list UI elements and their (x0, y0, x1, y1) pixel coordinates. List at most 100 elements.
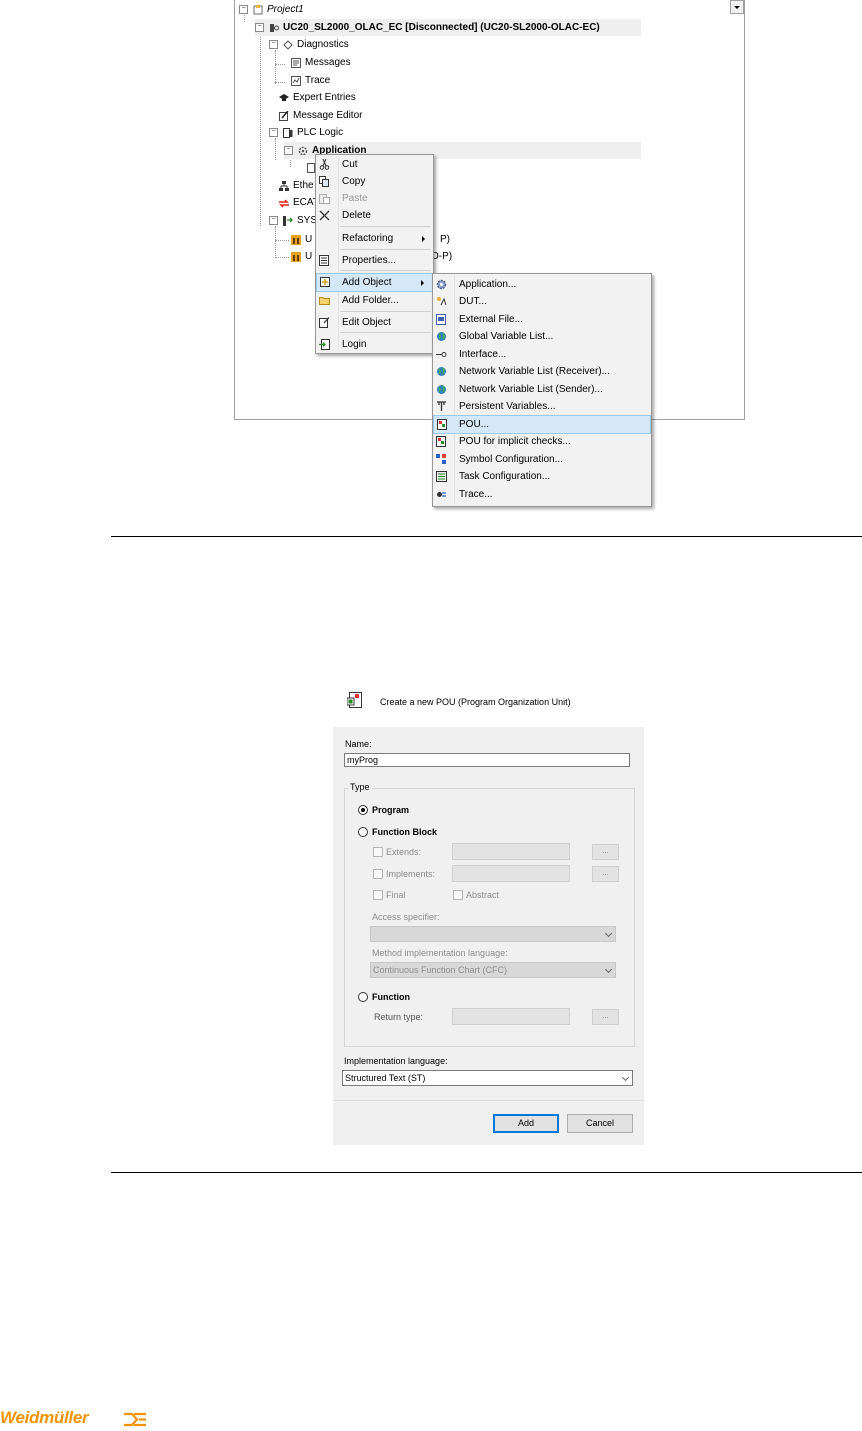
tree-item-ethernet[interactable]: Ethe (279, 177, 314, 194)
collapse-icon[interactable]: − (239, 5, 248, 14)
tree-connector (275, 82, 285, 83)
return-type-input[interactable] (452, 1008, 570, 1025)
submenu-item-persistent-variables[interactable]: Persistent Variables... (433, 398, 651, 415)
implementation-language-value: Structured Text (ST) (345, 1073, 426, 1083)
plc-logic-icon (283, 127, 293, 139)
menu-item-paste[interactable]: Paste (316, 190, 433, 207)
gear-icon (436, 279, 447, 290)
tree-item-message-editor[interactable]: Message Editor (279, 107, 362, 124)
tree-item-expert-entries[interactable]: Expert Entries (279, 89, 356, 106)
implementation-language-label: Implementation language: (344, 1056, 448, 1066)
submenu-item-symbol-configuration[interactable]: Symbol Configuration... (433, 451, 651, 468)
menu-separator (340, 311, 431, 312)
submenu-arrow-icon (422, 236, 425, 242)
collapse-icon[interactable]: − (255, 23, 264, 32)
submenu-item-application[interactable]: Application... (433, 276, 651, 293)
collapse-icon[interactable]: − (284, 146, 293, 155)
tree-item-project[interactable]: − Project1 (239, 1, 304, 18)
context-menu: Cut Copy Paste Delete Refactoring Proper… (315, 154, 434, 354)
submenu-item-pou[interactable]: POU... (433, 415, 651, 434)
interface-icon (436, 349, 447, 360)
menu-item-properties[interactable]: Properties... (316, 252, 433, 269)
module-icon (291, 234, 301, 246)
tree-item-ecat[interactable]: ECAT (279, 194, 319, 211)
extends-checkbox[interactable] (373, 847, 383, 857)
trace-icon (436, 489, 447, 500)
implements-checkbox[interactable] (373, 869, 383, 879)
final-checkbox[interactable] (373, 890, 383, 900)
menu-item-login[interactable]: Login (316, 336, 433, 353)
tree-item-diagnostics[interactable]: − Diagnostics (269, 36, 349, 53)
return-type-browse-button[interactable]: ... (592, 1009, 619, 1025)
globe-icon (436, 366, 447, 377)
implements-input[interactable] (452, 865, 570, 882)
ethercat-icon (279, 197, 289, 208)
function-block-radio[interactable] (358, 827, 368, 837)
tree-item-trace[interactable]: Trace (291, 72, 330, 89)
function-radio[interactable] (358, 992, 368, 1002)
tree-item-module-2[interactable]: U O-P) (291, 248, 452, 265)
menu-separator (340, 249, 431, 250)
menu-item-add-folder[interactable]: Add Folder... (316, 292, 433, 309)
tree-connector (275, 50, 276, 84)
collapse-icon[interactable]: − (269, 216, 278, 225)
menu-item-delete[interactable]: Delete (316, 207, 433, 224)
submenu-item-task-configuration[interactable]: Task Configuration... (433, 468, 651, 485)
implements-label: Implements: (386, 869, 436, 879)
menu-separator (340, 226, 431, 227)
implementation-language-select[interactable]: Structured Text (ST) (342, 1070, 633, 1086)
submenu-item-interface[interactable]: Interface... (433, 346, 651, 363)
submenu-item-nvl-sender[interactable]: Network Variable List (Sender)... (433, 381, 651, 398)
cancel-button[interactable]: Cancel (567, 1114, 633, 1133)
menu-item-cut[interactable]: Cut (316, 156, 433, 173)
submenu-item-pou-implicit-checks[interactable]: POU for implicit checks... (433, 433, 651, 450)
menu-item-refactoring[interactable]: Refactoring (316, 230, 433, 247)
type-group-title: Type (348, 782, 372, 792)
tree-item-device[interactable]: − UC20_SL2000_OLAC_EC [Disconnected] (UC… (255, 19, 641, 36)
abstract-checkbox[interactable] (453, 890, 463, 900)
dialog-heading: Create a new POU (Program Organization U… (380, 697, 571, 707)
implements-browse-button[interactable]: ... (592, 866, 619, 882)
add-button[interactable]: Add (493, 1114, 559, 1133)
submenu-item-external-file[interactable]: External File... (433, 311, 651, 328)
dropdown-arrow-icon[interactable] (730, 0, 744, 14)
submenu-item-trace[interactable]: Trace... (433, 486, 651, 503)
tree-connector (275, 64, 285, 65)
module-icon (291, 251, 301, 263)
message-editor-icon (279, 110, 289, 122)
function-block-label: Function Block (372, 827, 437, 837)
new-pou-icon (346, 692, 363, 709)
pou-icon (436, 436, 447, 447)
menu-separator (340, 270, 431, 271)
tree-connector (275, 257, 289, 258)
submenu-item-dut[interactable]: DUT... (433, 293, 651, 310)
access-specifier-select[interactable] (370, 926, 616, 942)
add-object-icon (320, 277, 331, 288)
tree-item-module-1[interactable]: U P) (291, 231, 450, 248)
device-icon (269, 22, 279, 33)
menu-item-add-object[interactable]: Add Object (316, 273, 433, 292)
login-icon (319, 339, 330, 350)
properties-icon (319, 255, 330, 266)
menu-item-copy[interactable]: Copy (316, 173, 433, 190)
tree-connector (275, 226, 276, 256)
name-input[interactable]: myProg (344, 753, 630, 767)
tree-item-plc-logic[interactable]: − PLC Logic (269, 124, 343, 141)
method-language-select[interactable]: Continuous Function Chart (CFC) (370, 962, 616, 978)
extends-input[interactable] (452, 843, 570, 860)
diagnostics-icon (283, 39, 293, 51)
collapse-icon[interactable]: − (269, 128, 278, 137)
tree-item-messages[interactable]: Messages (291, 54, 351, 71)
program-radio[interactable] (358, 805, 368, 815)
tree-item-sys[interactable]: − SYSI (269, 212, 320, 229)
menu-item-edit-object[interactable]: Edit Object (316, 314, 433, 331)
function-label: Function (372, 992, 410, 1002)
submenu-item-global-variable-list[interactable]: Global Variable List... (433, 328, 651, 345)
access-specifier-label: Access specifier: (372, 912, 440, 922)
collapse-icon[interactable]: − (269, 40, 278, 49)
extends-label: Extends: (386, 847, 422, 857)
extends-browse-button[interactable]: ... (592, 844, 619, 860)
final-label: Final (386, 890, 406, 900)
chevron-down-icon (604, 929, 613, 938)
submenu-item-nvl-receiver[interactable]: Network Variable List (Receiver)... (433, 363, 651, 380)
